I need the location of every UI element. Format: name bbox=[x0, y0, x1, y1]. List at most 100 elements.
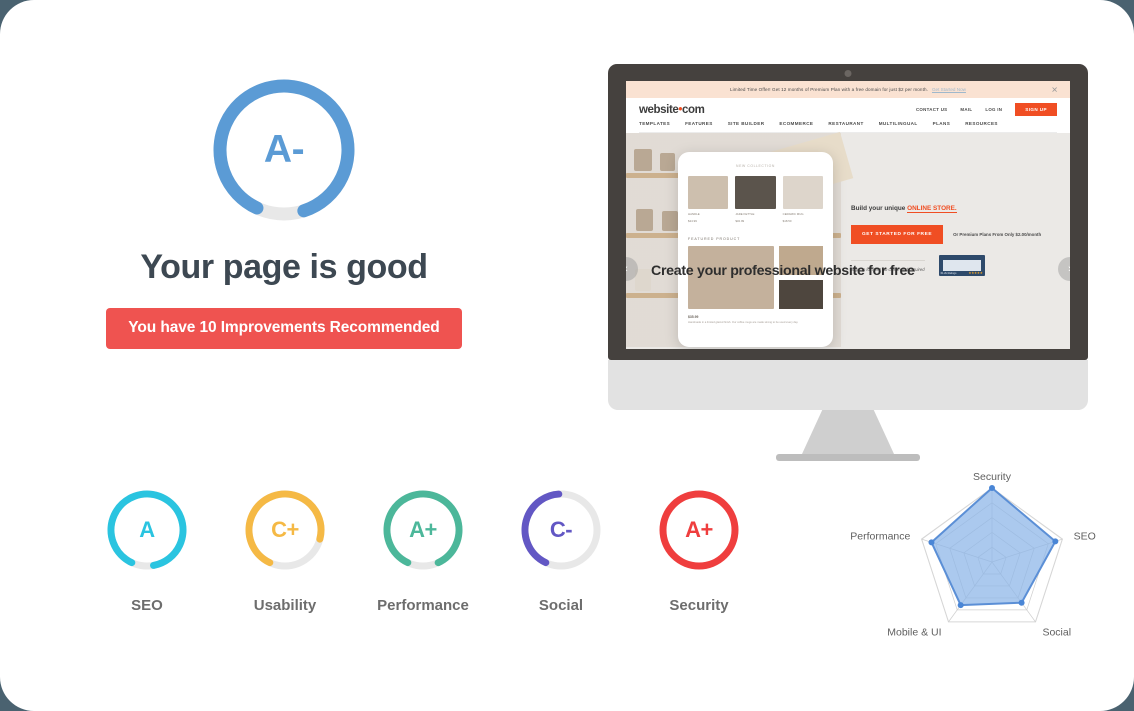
overall-score-ring: A- bbox=[206, 72, 362, 228]
monitor-screen: Limited Time Offer! Get 12 months of Pre… bbox=[626, 81, 1070, 349]
category-label: Performance bbox=[377, 597, 469, 614]
award-rating-count: 61.2k Ratings bbox=[940, 272, 957, 275]
phone-product-card[interactable]: JADE KETTLE $32.99 bbox=[735, 176, 776, 224]
category-label: Security bbox=[669, 597, 729, 614]
top-link-mail[interactable]: MAIL bbox=[960, 107, 972, 112]
category-score-usability[interactable]: C+ Usability bbox=[216, 486, 354, 614]
radar-label-performance: Performance bbox=[850, 530, 910, 542]
award-stars: ★★★★★ bbox=[968, 271, 983, 275]
category-ring: C+ bbox=[241, 486, 329, 574]
promo-text: Limited Time Offer! Get 12 months of Pre… bbox=[730, 87, 928, 92]
product-image bbox=[735, 176, 776, 209]
category-scores-row: A SEO C+ Usability A+ Performance C- Social A+ Se… bbox=[78, 486, 768, 614]
site-top-links: CONTACT US MAIL LOG IN SIGN UP bbox=[916, 103, 1057, 116]
phone-eyebrow: NEW COLLECTION bbox=[736, 164, 775, 168]
radar-data-point-social[interactable] bbox=[1018, 599, 1025, 606]
page-title: Your page is good bbox=[140, 248, 428, 286]
category-ring: A+ bbox=[379, 486, 467, 574]
nav-item-plans[interactable]: PLANS bbox=[933, 121, 951, 126]
featured-product-price: $35.99 bbox=[688, 314, 699, 319]
product-price: $24.99 bbox=[688, 219, 697, 224]
category-score-security[interactable]: A+ Security bbox=[630, 486, 768, 614]
category-ring: A bbox=[103, 486, 191, 574]
category-ring: C- bbox=[517, 486, 605, 574]
featured-image-bottom bbox=[779, 279, 823, 309]
sign-up-button[interactable]: SIGN UP bbox=[1015, 103, 1057, 116]
award-badge-icon: 61.2k Ratings ★★★★★ bbox=[938, 255, 985, 276]
radar-label-seo: SEO bbox=[1074, 530, 1096, 542]
monitor-chin bbox=[608, 360, 1088, 410]
radar-label-mobile-ui: Mobile & UI bbox=[887, 626, 941, 638]
award-badge-inner bbox=[942, 260, 981, 271]
phone-product-row: HANDLE $24.99 JADE KETTLE $32.99 CERAMIC… bbox=[688, 176, 823, 224]
hero-title: Create your professional website for fre… bbox=[651, 263, 915, 279]
radar-label-social: Social bbox=[1042, 626, 1071, 638]
nav-item-templates[interactable]: TEMPLATES bbox=[639, 121, 670, 126]
monitor-base bbox=[776, 454, 920, 461]
site-nav: TEMPLATES FEATURES SITE BUILDER ECOMMERC… bbox=[639, 116, 1057, 133]
category-grade-value: A+ bbox=[409, 517, 437, 542]
category-grade-value: C+ bbox=[271, 517, 299, 542]
category-score-social[interactable]: C- Social bbox=[492, 486, 630, 614]
radar-chart: Security SEO Social Mobile & UI Performance bbox=[846, 462, 1126, 670]
featured-product-description: Handmade in a limited glazed finish. Our… bbox=[688, 320, 799, 324]
category-label: Social bbox=[538, 597, 584, 614]
radar-data-point-mobile-ui[interactable] bbox=[957, 602, 964, 609]
analysis-report-card: A- Your page is good You have 10 Improve… bbox=[0, 0, 1134, 711]
category-score-seo[interactable]: A SEO bbox=[78, 486, 216, 614]
category-grade-value: A+ bbox=[685, 517, 713, 542]
get-started-button[interactable]: GET STARTED FOR FREE bbox=[851, 225, 944, 244]
site-header-top: website•com CONTACT US MAIL LOG IN SIGN … bbox=[639, 103, 1057, 116]
improvements-button[interactable]: You have 10 Improvements Recommended bbox=[106, 308, 462, 349]
site-logo[interactable]: website•com bbox=[639, 103, 705, 116]
monitor-bezel: Limited Time Offer! Get 12 months of Pre… bbox=[608, 64, 1088, 360]
category-label: Usability bbox=[253, 597, 317, 614]
hero-kicker-highlight: ONLINE STORE. bbox=[907, 205, 957, 213]
category-label: SEO bbox=[131, 597, 163, 614]
product-image bbox=[782, 176, 823, 209]
radar-data-point-performance[interactable] bbox=[928, 539, 935, 546]
hero-kicker-prefix: Build your unique bbox=[851, 205, 908, 212]
chevron-right-icon[interactable]: › bbox=[1058, 257, 1070, 281]
top-link-contact-us[interactable]: CONTACT US bbox=[916, 107, 947, 112]
product-name: JADE KETTLE bbox=[735, 212, 755, 216]
site-logo-suffix: com bbox=[682, 103, 705, 116]
product-price: $32.99 bbox=[735, 219, 745, 224]
category-grade-value: C- bbox=[549, 517, 573, 542]
phone-product-card[interactable]: CERAMIC MUG $18.50 bbox=[782, 176, 823, 224]
nav-item-site-builder[interactable]: SITE BUILDER bbox=[728, 121, 765, 126]
phone-product-card[interactable]: HANDLE $24.99 bbox=[688, 176, 729, 224]
site-logo-text: website bbox=[639, 103, 679, 116]
featured-product-label: FEATURED PRODUCT bbox=[688, 236, 741, 241]
product-name: CERAMIC MUG bbox=[782, 212, 804, 216]
nav-item-resources[interactable]: RESOURCES bbox=[965, 121, 998, 126]
device-preview-monitor: Limited Time Offer! Get 12 months of Pre… bbox=[608, 64, 1088, 461]
top-link-log-in[interactable]: LOG IN bbox=[985, 107, 1002, 112]
hero-kicker: Build your unique ONLINE STORE. bbox=[851, 205, 1069, 213]
site-hero: NEW COLLECTION HANDLE $24.99 JADE KETTLE… bbox=[626, 132, 1070, 347]
site-header: website•com CONTACT US MAIL LOG IN SIGN … bbox=[626, 98, 1070, 133]
nav-item-restaurant[interactable]: RESTAURANT bbox=[828, 121, 863, 126]
webcam-icon bbox=[844, 70, 852, 77]
radar-data-point-seo[interactable] bbox=[1052, 538, 1059, 545]
nav-item-ecommerce[interactable]: ECOMMERCE bbox=[779, 121, 813, 126]
product-image bbox=[688, 176, 729, 209]
close-icon[interactable]: ✕ bbox=[1051, 85, 1058, 94]
nav-item-features[interactable]: FEATURES bbox=[685, 121, 713, 126]
category-score-performance[interactable]: A+ Performance bbox=[354, 486, 492, 614]
monitor-neck bbox=[802, 410, 894, 454]
premium-plans-note: Or Premium Plans From Only $2.00/month bbox=[953, 232, 1042, 237]
overall-grade-value: A- bbox=[263, 128, 305, 171]
hero-cta-row: GET STARTED FOR FREE Or Premium Plans Fr… bbox=[851, 225, 1069, 244]
radar-data-point-security[interactable] bbox=[989, 485, 995, 491]
product-price: $18.50 bbox=[782, 219, 792, 224]
radar-label-security: Security bbox=[973, 471, 1012, 483]
main-score-panel: A- Your page is good You have 10 Improve… bbox=[0, 72, 568, 349]
category-grade-value: A bbox=[139, 517, 155, 542]
promo-link[interactable]: Get Started Now bbox=[932, 87, 966, 92]
nav-item-multilingual[interactable]: MULTILINGUAL bbox=[879, 121, 918, 126]
product-name: HANDLE bbox=[688, 212, 700, 216]
phone-mockup: NEW COLLECTION HANDLE $24.99 JADE KETTLE… bbox=[678, 152, 833, 347]
site-promo-banner: Limited Time Offer! Get 12 months of Pre… bbox=[626, 81, 1070, 98]
category-ring: A+ bbox=[655, 486, 743, 574]
